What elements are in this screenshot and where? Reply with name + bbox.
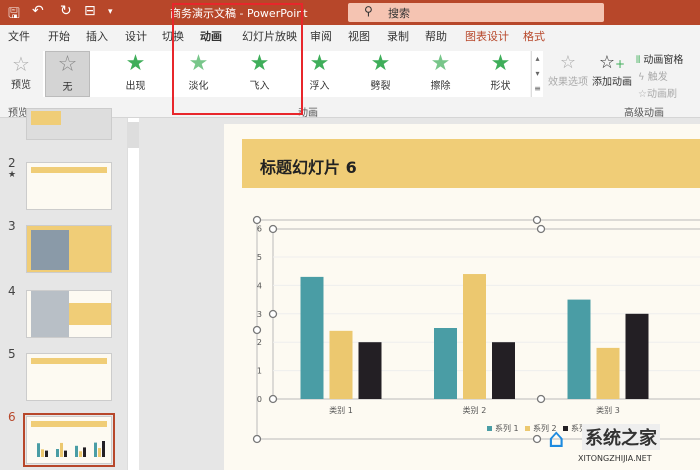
resize-handle: [536, 224, 546, 234]
legend-label: 系列 1: [495, 423, 519, 433]
y-tick-label: 1: [257, 367, 262, 376]
legend-swatch: [525, 426, 530, 431]
y-tick-label: 5: [257, 253, 262, 262]
resize-handle: [252, 325, 262, 335]
resize-handle: [252, 434, 262, 444]
x-tick-label: 类别 2: [463, 405, 487, 415]
watermark-url: XITONGZHIJIA.NET: [578, 454, 652, 463]
bar-chart[interactable]: 0123456类别 1类别 2类别 3类别 4系列 1系列 2系列 3: [0, 0, 700, 470]
resize-handle: [268, 309, 278, 319]
bar-2-series-2: [463, 274, 486, 399]
y-tick-label: 2: [257, 338, 262, 347]
bar-1-series-1: [300, 276, 324, 399]
resize-handle: [532, 434, 542, 444]
bar-3-series-1: [567, 299, 591, 399]
x-tick-label: 类别 3: [596, 405, 620, 415]
bar-3-series-2: [596, 347, 620, 399]
bar-2-series-1: [434, 328, 457, 399]
bar-3-series-3: [625, 313, 649, 399]
watermark: ⌂ 系统之家 XITONGZHIJIA.NET: [548, 420, 700, 470]
bar-1-series-3: [358, 342, 382, 399]
y-tick-label: 3: [257, 310, 262, 319]
resize-handle: [268, 224, 278, 234]
bar-1-series-2: [329, 330, 353, 399]
legend-swatch: [487, 426, 492, 431]
resize-handle: [268, 394, 278, 404]
resize-handle: [532, 215, 542, 225]
resize-handle: [252, 215, 262, 225]
watermark-logo-icon: ⌂: [548, 424, 565, 454]
x-tick-label: 类别 1: [329, 405, 353, 415]
y-tick-label: 4: [257, 281, 262, 290]
y-tick-label: 6: [257, 225, 262, 234]
bar-2-series-3: [492, 342, 515, 399]
watermark-text: 系统之家: [582, 424, 660, 450]
y-tick-label: 0: [257, 395, 262, 404]
resize-handle: [536, 394, 546, 404]
